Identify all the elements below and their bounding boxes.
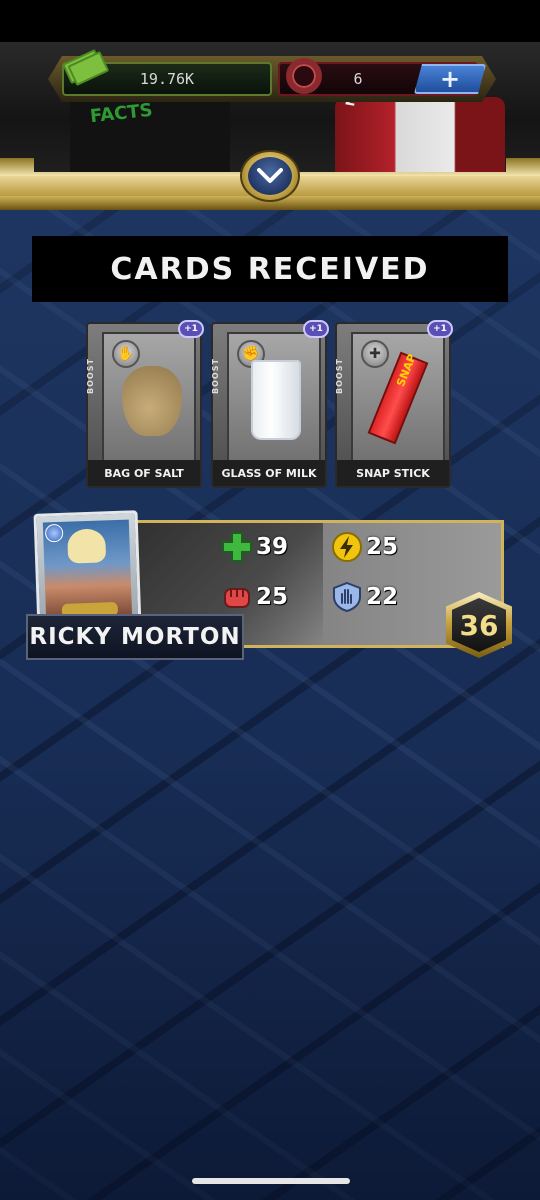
snap-text: SNAP <box>394 352 419 389</box>
card-name: GLASS OF MILK <box>213 460 325 486</box>
home-indicator[interactable] <box>192 1178 350 1184</box>
card-type-label: BOOST <box>335 358 344 394</box>
cash-value: 19.76K <box>139 70 195 88</box>
stat-power-value: 25 <box>366 534 399 560</box>
stat-strike-value: 25 <box>256 584 289 610</box>
chevron-down-icon <box>248 157 292 195</box>
add-tokens-button[interactable]: + <box>414 64 486 94</box>
stat-defense: 22 <box>330 580 398 614</box>
card-name: SNAP STICK <box>337 460 449 486</box>
wrestler-name: RICKY MORTON <box>29 624 241 650</box>
stat-strike: 25 <box>220 580 288 614</box>
card-count-badge: +1 <box>427 320 453 338</box>
fist-icon <box>220 580 254 614</box>
wrestler-name-plate: RICKY MORTON <box>26 614 244 660</box>
card-type-label: BOOST <box>211 358 220 394</box>
stat-health: 39 <box>220 530 288 564</box>
level-badge-inner: 36 <box>452 598 506 652</box>
page-title: CARDS RECEIVED <box>110 251 430 287</box>
card-name: BAG OF SALT <box>88 460 200 486</box>
bag-of-salt-image <box>122 366 182 436</box>
stat-defense-value: 22 <box>366 584 399 610</box>
lightning-icon <box>330 530 364 564</box>
hand-icon: ✋ <box>112 340 140 368</box>
plus-icon: ✚ <box>361 340 389 368</box>
health-plus-icon <box>220 530 254 564</box>
card-glass-of-milk[interactable]: ✊ BOOST +1 GLASS OF MILK <box>211 320 329 488</box>
card-art: ✚ SNAP <box>351 332 445 472</box>
card-snap-stick[interactable]: ✚ SNAP BOOST +1 SNAP STICK <box>335 320 453 488</box>
card-count-badge: +1 <box>178 320 204 338</box>
card-art: ✋ <box>102 332 196 472</box>
card-bag-of-salt[interactable]: ✋ BOOST +1 BAG OF SALT <box>86 320 204 488</box>
status-bar <box>0 0 540 42</box>
stat-health-value: 39 <box>256 534 289 560</box>
collapse-button[interactable] <box>240 150 300 202</box>
card-type-label: BOOST <box>86 358 95 394</box>
shield-hand-icon <box>330 580 364 614</box>
level-value: 36 <box>459 608 499 642</box>
background-shirt-right: NEW <box>335 74 505 172</box>
stat-power: 25 <box>330 530 398 564</box>
token-ring-icon <box>286 58 322 94</box>
card-art: ✊ <box>227 332 321 472</box>
background-shirt-left: FACTS <box>70 97 230 172</box>
token-value: 6 <box>353 70 363 88</box>
cards-received-banner: CARDS RECEIVED <box>32 236 508 302</box>
card-count-badge: +1 <box>303 320 329 338</box>
glass-of-milk-image <box>251 360 301 440</box>
shirt-left-text: FACTS <box>89 99 154 128</box>
